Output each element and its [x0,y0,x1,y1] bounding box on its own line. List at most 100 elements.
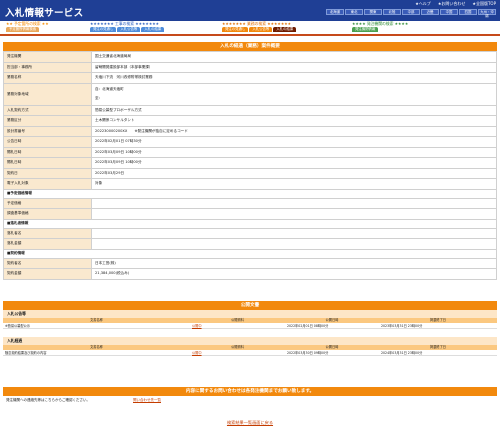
back-row: 検索結果一覧画面に戻る [0,420,500,426]
search-nav: ★★ 予定箇所の検索 ★★ 予定箇所情報検索 ★★★★★★★ 工事の検索 ★★★… [0,21,500,34]
region-tab[interactable]: 中部 [402,9,420,15]
detail-row: 発注機関 国土交通省北海道局局 [3,51,497,63]
row-label: 調査基準価格 [3,208,92,220]
row-value: 2022年03月09日 10時00分 [91,146,497,158]
nav-group-title: ★★★★★★★ 業務の検索 ★★★★★★★ [222,21,292,26]
row-value: 留萌開発建設部本部（本部事業課） [91,61,497,73]
public-documents: 公開文書 入札公告等 文書名称 公開資料 公開日時 掲載終了日 ※簡易公募型公示… [3,301,497,356]
detail-row: 入札契約方式 簡易公募型プロポーザル方式 [3,104,497,116]
detail-row: 予定価格 [3,197,497,209]
row-value: 簡易公募型プロポーザル方式 [91,104,497,116]
nav-tab-plan-search[interactable]: 予定箇所情報検索 [6,27,40,32]
detail-row: 電子入札対象 対象 [3,178,497,190]
section-heading-contract: ■契約情報 [3,248,497,259]
inquiry-panel: 内容に関するお問い合わせは各発注機関までお願い致します。 発注機関への連絡先等は… [3,387,497,405]
row-value: 国土交通省北海道局局 [91,51,497,63]
nav-group-agency: ★★★★ 発注機関の検索 ★★★★ 発注機関情報 [352,22,408,32]
row-label: 発注機関 [3,51,92,63]
site-header: 入札情報サービス ★ヘルプ ★お問い合わせ ★全国版TOP 北海道 東北 関東 … [0,0,500,21]
detail-row: 設計書番号 202230000200XX ※発注機関が独自に定めるコード [3,125,497,137]
row-label: 落札金額 [3,238,92,250]
inquiry-contact-link[interactable]: 問い合わせ先一覧 [133,396,161,405]
row-value [91,238,497,250]
row-label: 公告日時 [3,136,92,148]
region-tab[interactable]: 北海道 [326,9,344,15]
row-label: 予定価格 [3,197,92,209]
row-value [91,227,497,239]
detail-panel: 入札の経過（業務）案件概要 発注機関 国土交通省北海道局局 担当部・事務所 留萌開発… [3,42,497,280]
nav-group-title: ★★ 予定箇所の検索 ★★ [6,21,49,26]
nav-divider [0,34,500,36]
documents-heading: 公開文書 [3,301,497,310]
document-link[interactable]: 公開中 [190,323,285,328]
row-value: 2022年02月01日 07時30分 [91,136,497,148]
top-links: ★ヘルプ ★お問い合わせ ★全国版TOP [415,0,496,7]
detail-row: 契約日 2022年03月29日 [3,167,497,179]
region-tab[interactable]: 近畿 [421,9,439,15]
region-tab[interactable]: 東北 [345,9,363,15]
detail-row: 業務区分 土木関係コンサルタント [3,115,497,127]
nav-tab-service-notice[interactable]: 入札公告等 [249,27,273,32]
row-label: 開札日時 [3,146,92,158]
document-end-date: 2023年03月31日 23時00分 [381,324,423,328]
nav-group-plan: ★★ 予定箇所の検索 ★★ 予定箇所情報検索 [6,22,49,32]
row-value: 2022年03月09日 10時00分 [91,157,497,169]
row-value: 日本工営(株) [91,257,497,269]
documents-section-title: 入札公告等 [3,310,497,318]
detail-row: 落札者名 [3,227,497,239]
detail-row: 開札日時 2022年03月09日 10時00分 [3,146,497,158]
documents-section-title: 入札経過 [3,337,497,345]
row-label: 担当部・事務所 [3,61,92,73]
region-tab[interactable]: 四国 [459,9,477,15]
row-value: 202230000200XX ※発注機関が独自に定めるコード [91,125,497,137]
region-tab[interactable]: 九州・沖縄 [478,9,496,18]
detail-row: 公告日時 2022年02月01日 07時30分 [3,136,497,148]
nav-group-title: ★★★★★★★ 工事の検索 ★★★★★★★ [90,21,160,26]
nav-tab-construction-outlook[interactable]: 発注の見通し [90,27,117,32]
row-label: 業務区分 [3,115,92,127]
nav-group-title: ★★★★ 発注機関の検索 ★★★★ [352,21,409,26]
detail-heading: 入札の経過（業務）案件概要 [3,42,497,51]
section-row: ■予定価格情報 [3,188,497,199]
region-tab[interactable]: 中国 [440,9,458,15]
row-label: 業務対象地域 [3,82,92,106]
document-link[interactable]: 公開中 [190,350,285,355]
help-link[interactable]: ★ヘルプ [415,1,431,7]
detail-row: 契約金額 21,384,000(税込み) [3,268,497,280]
detail-row: 業務対象地域 自：北海道天塩町 至： [3,82,497,106]
contact-link[interactable]: ★お問い合わせ [438,1,466,7]
region-tab[interactable]: 北陸 [383,9,401,15]
row-label: 開札日時 [3,157,92,169]
nav-tab-construction-notice[interactable]: 入札公告等 [117,27,141,32]
row-label: 契約金額 [3,268,92,280]
row-value: 21,384,000(税込み) [91,268,497,280]
nav-tab-construction-result[interactable]: 入札の結果 [141,27,165,32]
detail-row: 契約者名 日本工営(株) [3,257,497,269]
document-name: ※簡易公募型公示 [5,324,30,328]
document-end-date: 2024年03月31日 23時00分 [381,351,423,355]
detail-row: 開札日時 2022年03月09日 10時00分 [3,157,497,169]
document-date: 2022年03月30日 09時00分 [287,351,329,355]
back-to-results-link[interactable]: 検索結果一覧画面に戻る [227,420,273,425]
row-label: 電子入札対象 [3,178,92,190]
row-value: 天塩川下流 河川改修附帯検討業務 [91,72,497,84]
row-label: 契約者名 [3,257,92,269]
row-value: 2022年03月29日 [91,167,497,179]
detail-table: 発注機関 国土交通省北海道局局 担当部・事務所 留萌開発建設部本部（本部事業課） 業… [3,51,497,280]
row-label: 契約日 [3,167,92,179]
nav-tab-service-result[interactable]: 入札の結果 [273,27,297,32]
nav-tab-service-outlook[interactable]: 発注の見通し [222,27,249,32]
inquiry-row: 発注機関への連絡先等はこちらからご確認ください。 問い合わせ先一覧 [3,396,497,405]
row-label: 落札者名 [3,227,92,239]
national-top-link[interactable]: ★全国版TOP [472,1,496,7]
section-heading-winner: ■落札者情報 [3,218,497,229]
detail-row: 業務名称 天塩川下流 河川改修附帯検討業務 [3,72,497,84]
row-value: 土木関係コンサルタント [91,115,497,127]
document-name: 随意契約結果及び契約の内容 [5,351,47,355]
site-logo[interactable]: 入札情報サービス [5,5,83,19]
nav-tab-agency-info[interactable]: 発注機関情報 [352,27,379,32]
inquiry-heading: 内容に関するお問い合わせは各発注機関までお願い致します。 [3,387,497,396]
row-label: 入札契約方式 [3,104,92,116]
row-value [91,208,497,220]
region-tab[interactable]: 関東 [364,9,382,15]
